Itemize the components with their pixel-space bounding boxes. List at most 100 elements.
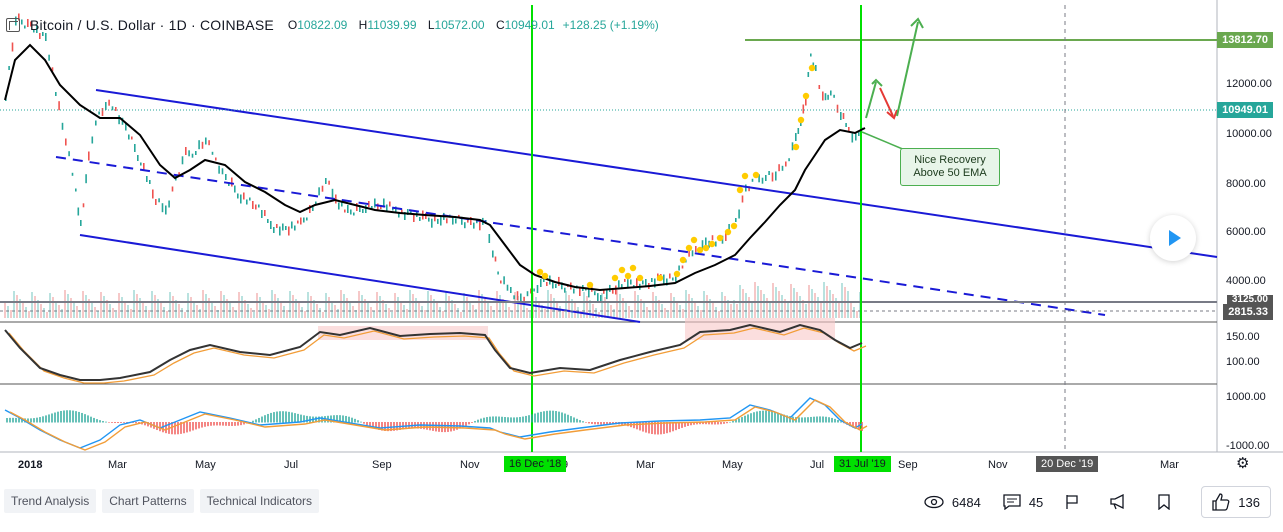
candle [188, 150, 190, 157]
candle [215, 157, 217, 161]
time-tick-label: 2018 [18, 459, 43, 471]
macd-histogram-bar [90, 416, 92, 423]
volume-bar [676, 301, 678, 318]
macd-histogram-bar [78, 411, 80, 423]
macd-histogram-bar [600, 422, 602, 425]
volume-bar [82, 291, 84, 318]
candle [778, 164, 780, 172]
flag-button[interactable] [1065, 494, 1087, 510]
candle [181, 156, 184, 165]
volume-bar [667, 312, 669, 318]
candle [503, 276, 505, 285]
volume-bar [652, 292, 654, 318]
like-button[interactable]: 136 [1201, 486, 1271, 518]
macd-histogram-bar [726, 422, 728, 424]
volume-bar [565, 291, 567, 318]
candle [413, 214, 415, 222]
volume-bar [370, 307, 372, 318]
volume-bar [391, 312, 393, 318]
volume-bar [829, 290, 831, 318]
volume-bar [721, 292, 723, 318]
gear-icon[interactable]: ⚙ [1236, 456, 1252, 472]
candle [246, 199, 248, 205]
macd-histogram-bar [834, 418, 836, 423]
tag-technical-indicators[interactable]: Technical Indicators [199, 489, 320, 513]
macd-histogram-bar [753, 412, 755, 423]
macd-histogram-bar [321, 416, 323, 423]
tag-chart-patterns[interactable]: Chart Patterns [102, 489, 194, 513]
candle [240, 194, 242, 204]
volume-bar [181, 308, 183, 318]
candle [446, 218, 448, 224]
macd-histogram-bar [798, 417, 800, 423]
candle [318, 187, 320, 196]
bookmark-button[interactable] [1157, 494, 1179, 510]
macd-histogram-bar [213, 422, 215, 426]
candle [822, 91, 824, 101]
candle [785, 161, 787, 167]
chart-canvas[interactable] [0, 0, 1283, 475]
candle [488, 234, 491, 243]
signal-marker [708, 240, 716, 248]
candle [618, 280, 620, 288]
candle [115, 107, 117, 111]
megaphone-button[interactable] [1109, 494, 1135, 510]
candle [149, 180, 151, 184]
volume-bar [193, 301, 195, 318]
volume-bar [34, 296, 36, 318]
tag-trend-analysis[interactable]: Trend Analysis [4, 489, 97, 513]
annotation-note[interactable]: Nice Recovery Above 50 EMA [900, 148, 1000, 186]
volume-bar [100, 292, 102, 318]
symbol-title[interactable]: Bitcoin / U.S. Dollar · 1D · COINBASE [30, 17, 274, 33]
candle [695, 246, 697, 252]
candle [201, 141, 204, 149]
macd-histogram-bar [54, 412, 56, 423]
volume-bar [457, 308, 459, 318]
volume-bar [406, 309, 408, 318]
annotation-line-2: Above 50 EMA [913, 167, 987, 179]
volume-bar [538, 301, 540, 318]
play-button[interactable] [1150, 215, 1196, 261]
candle [58, 101, 60, 111]
volume-bar [670, 293, 672, 318]
time-tick-label: May [722, 459, 743, 471]
candle [198, 140, 200, 150]
volume-bar [604, 297, 606, 318]
chart-area[interactable]: Bitcoin / U.S. Dollar · 1D · COINBASE O1… [0, 0, 1283, 475]
candle [171, 186, 174, 192]
volume-bar [52, 297, 54, 318]
macd-histogram-bar [72, 410, 74, 423]
candle [510, 287, 512, 293]
volume-bar [190, 297, 192, 318]
volume-bar [487, 302, 489, 318]
volume-bar [547, 290, 549, 318]
collapse-legend-icon[interactable] [6, 18, 20, 32]
volume-bar [748, 297, 750, 318]
macd-histogram-bar [486, 417, 488, 423]
candle [419, 217, 421, 221]
candle [237, 193, 239, 199]
comments-button[interactable]: 45 [1003, 494, 1043, 510]
signal-marker [636, 274, 644, 282]
volume-bar [850, 303, 852, 318]
candle [71, 172, 74, 176]
volume-bar [25, 307, 27, 318]
volume-bar [169, 292, 171, 318]
volume-bar [838, 302, 840, 318]
macd-histogram-bar [771, 411, 773, 423]
macd-histogram-bar [57, 411, 59, 423]
volume-bar [73, 302, 75, 318]
volume-bar [4, 302, 6, 318]
volume-bar [31, 292, 33, 318]
volume-bar [262, 301, 264, 318]
time-tick-label: Mar [108, 459, 127, 471]
volume-bar [529, 312, 531, 318]
candle [75, 188, 77, 192]
volume-bar [205, 294, 207, 318]
candle [795, 133, 797, 141]
candle [82, 203, 85, 208]
volume-bar [418, 302, 420, 318]
signal-marker [629, 264, 637, 272]
candle [681, 265, 684, 269]
candle [303, 217, 305, 223]
